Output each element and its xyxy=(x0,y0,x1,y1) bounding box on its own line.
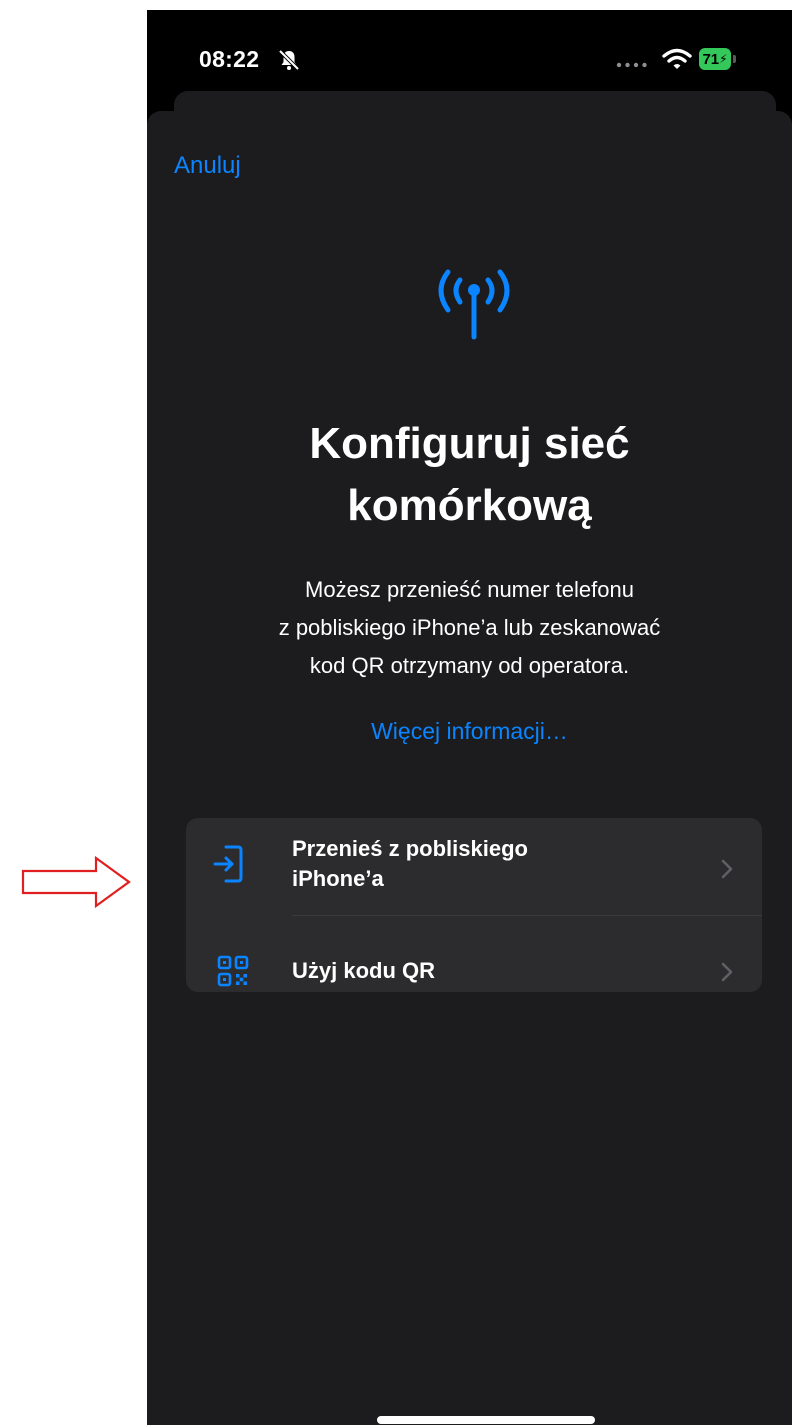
description-text: Możesz przenieść numer telefonu z poblis… xyxy=(278,577,661,678)
options-list: Przenieś z pobliskiego iPhone’a Użyj kod… xyxy=(186,818,762,992)
setup-cellular-sheet: Anuluj Konfiguruj sieć komórkową Możesz … xyxy=(147,111,792,1425)
signal-dots-icon xyxy=(616,62,647,68)
transfer-option-label: Przenieś z pobliskiego iPhone’a xyxy=(292,836,528,891)
status-time: 08:22 xyxy=(199,46,260,72)
home-indicator[interactable] xyxy=(377,1416,595,1424)
antenna-radiowaves-icon xyxy=(438,269,510,340)
qr-code-icon xyxy=(217,955,249,987)
battery-level: 71 ⚡ xyxy=(699,48,731,70)
more-info-link[interactable]: Więcej informacji… xyxy=(147,718,792,745)
chevron-right-icon xyxy=(721,859,733,879)
wifi-icon xyxy=(662,48,692,69)
battery-charging-icon: 71 ⚡ xyxy=(699,48,739,70)
bell-slash-icon xyxy=(278,49,300,71)
chevron-right-icon xyxy=(721,962,733,982)
phone-screen: 08:22 71 ⚡ Anuluj Konfiguruj sieć komórk… xyxy=(147,10,792,1425)
cancel-button[interactable]: Anuluj xyxy=(174,152,241,180)
page-title: Konfiguruj sieć komórkową xyxy=(309,419,630,530)
transfer-in-icon xyxy=(213,845,243,883)
qr-option-label: Użyj kodu QR xyxy=(292,958,436,983)
arrow-right-outline-icon xyxy=(21,855,131,909)
use-qr-code-option[interactable] xyxy=(186,915,762,992)
divider xyxy=(292,915,762,916)
